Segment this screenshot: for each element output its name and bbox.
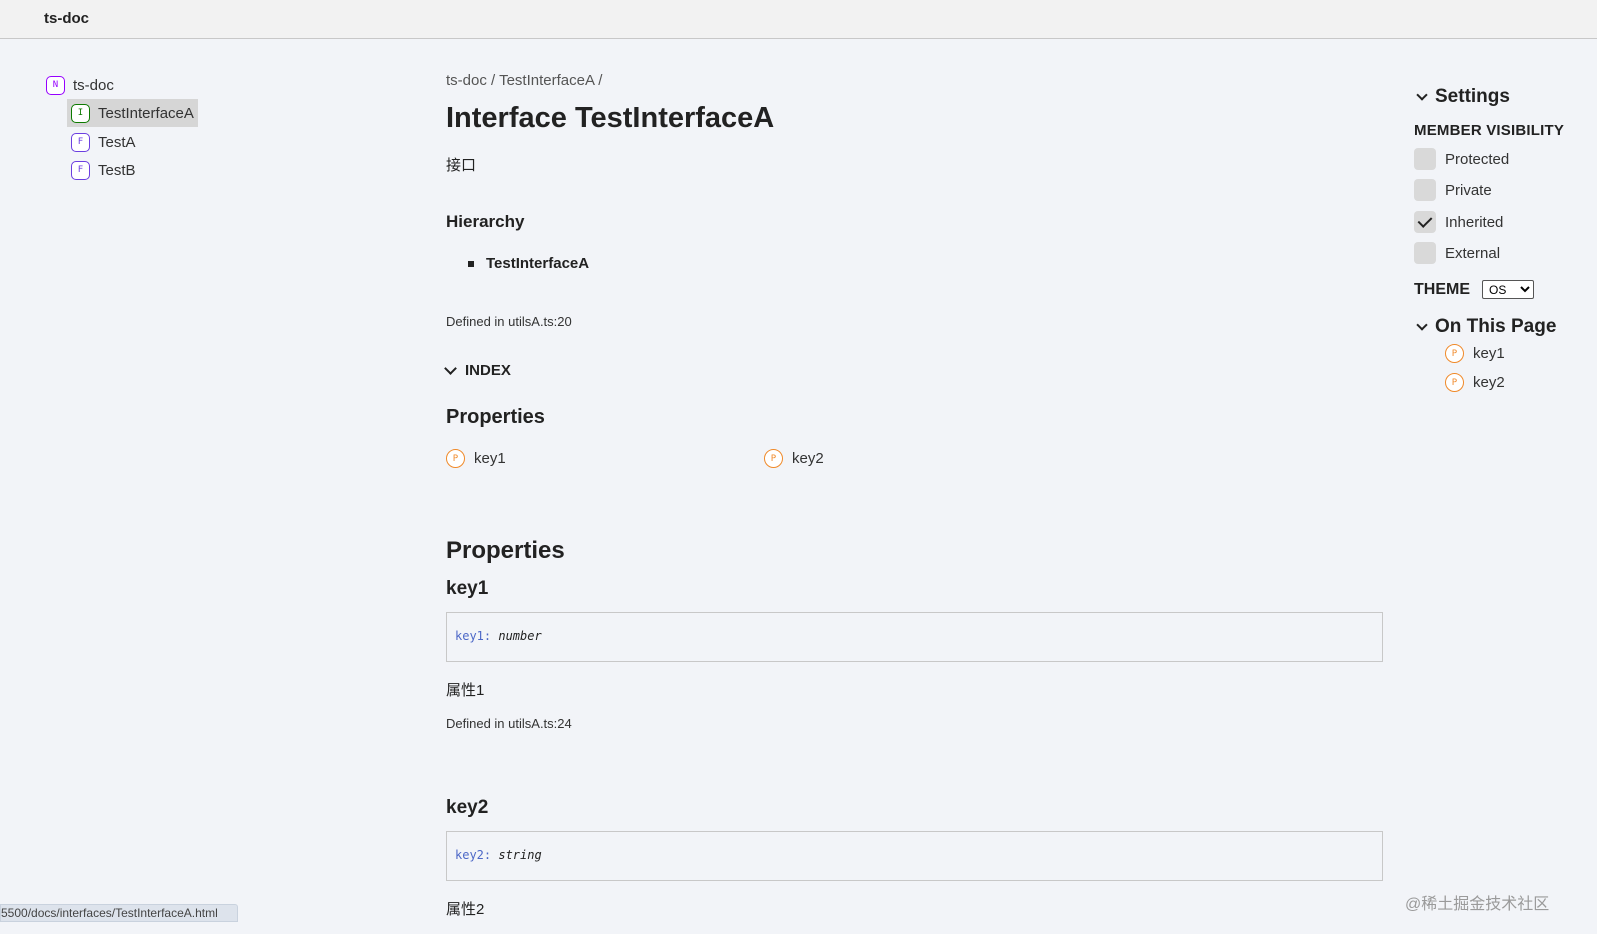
status-bar-url: 5500/docs/interfaces/TestInterfaceA.html	[0, 904, 238, 922]
member-name-key1: key1	[446, 578, 489, 599]
checkbox[interactable]	[1414, 148, 1436, 170]
page-link-key1[interactable]: P key1	[1445, 344, 1505, 363]
index-toggle-label: INDEX	[465, 362, 511, 379]
breadcrumb[interactable]: ts-doc / TestInterfaceA /	[446, 72, 602, 89]
member-comment: 属性2	[446, 901, 485, 918]
signature-name: key1:	[455, 629, 492, 643]
index-link-label: key1	[474, 450, 506, 467]
nav-item-label: TestB	[98, 161, 136, 179]
page-link-label: key1	[1473, 345, 1505, 362]
signature-type: number	[498, 629, 542, 643]
signature-key2: key2: string	[446, 831, 1383, 881]
member-comment: 属性1	[446, 682, 485, 699]
index-properties-heading: Properties	[446, 406, 545, 428]
index-link-key1[interactable]: P key1	[446, 449, 506, 468]
function-icon: F	[71, 160, 90, 180]
index-link-key2[interactable]: P key2	[764, 449, 824, 468]
on-this-page-toggle[interactable]: On This Page	[1414, 316, 1556, 338]
member-defined-in[interactable]: Defined in utilsA.ts:24	[446, 716, 572, 731]
checkbox-label: External	[1445, 244, 1501, 262]
nav-item-label: ts-doc	[73, 76, 114, 94]
namespace-icon: N	[46, 75, 65, 95]
hierarchy-item-label: TestInterfaceA	[486, 255, 590, 272]
function-icon: F	[71, 132, 90, 152]
visibility-private[interactable]: Private	[1414, 179, 1492, 201]
defined-in[interactable]: Defined in utilsA.ts:20	[446, 314, 572, 329]
interface-icon: I	[71, 103, 90, 123]
checkbox-label: Inherited	[1445, 213, 1504, 231]
theme-select[interactable]: OS	[1482, 280, 1534, 299]
hierarchy-heading: Hierarchy	[446, 212, 525, 231]
toolbar: ts-doc	[0, 0, 1597, 39]
property-icon: P	[1445, 373, 1464, 392]
property-icon: P	[764, 449, 783, 468]
chevron-down-icon	[444, 361, 457, 375]
nav-item-label: TestInterfaceA	[98, 104, 194, 122]
interface-description: 接口	[446, 157, 477, 174]
page-title: Interface TestInterfaceA	[446, 102, 775, 134]
nav-item-testb[interactable]: F TestB	[71, 156, 136, 184]
chevron-down-icon	[1416, 318, 1428, 331]
nav-item-testinterfacea[interactable]: I TestInterfaceA	[67, 99, 198, 127]
property-icon: P	[1445, 344, 1464, 363]
hierarchy-item: TestInterfaceA	[468, 255, 589, 272]
signature-key1: key1: number	[446, 612, 1383, 662]
theme-row: THEME OS	[1414, 280, 1534, 299]
settings-heading: Settings	[1435, 86, 1510, 107]
checkbox-checked[interactable]	[1414, 211, 1436, 233]
nav-item-testa[interactable]: F TestA	[71, 128, 136, 156]
visibility-external[interactable]: External	[1414, 242, 1500, 264]
nav-item-ts-doc[interactable]: N ts-doc	[46, 71, 114, 99]
checkbox-label: Private	[1445, 181, 1492, 199]
checkbox[interactable]	[1414, 179, 1436, 201]
page-link-label: key2	[1473, 374, 1505, 391]
signature-type: string	[498, 848, 542, 862]
checkbox[interactable]	[1414, 242, 1436, 264]
nav-item-label: TestA	[98, 133, 136, 151]
checkbox-label: Protected	[1445, 150, 1510, 168]
brand-title[interactable]: ts-doc	[44, 10, 89, 27]
member-visibility-label: MEMBER VISIBILITY	[1414, 122, 1565, 139]
theme-label: THEME	[1414, 280, 1470, 298]
chevron-down-icon	[1416, 88, 1428, 101]
index-link-label: key2	[792, 450, 824, 467]
index-toggle[interactable]: INDEX	[444, 361, 511, 379]
on-this-page-heading: On This Page	[1435, 316, 1557, 337]
properties-heading: Properties	[446, 537, 565, 564]
visibility-protected[interactable]: Protected	[1414, 148, 1509, 170]
visibility-inherited[interactable]: Inherited	[1414, 211, 1503, 233]
property-icon: P	[446, 449, 465, 468]
watermark: @稀土掘金技术社区	[1405, 896, 1550, 913]
signature-name: key2:	[455, 848, 492, 862]
bullet-icon	[468, 260, 474, 267]
member-name-key2: key2	[446, 797, 489, 818]
page-link-key2[interactable]: P key2	[1445, 373, 1505, 392]
settings-toggle[interactable]: Settings	[1414, 86, 1510, 108]
